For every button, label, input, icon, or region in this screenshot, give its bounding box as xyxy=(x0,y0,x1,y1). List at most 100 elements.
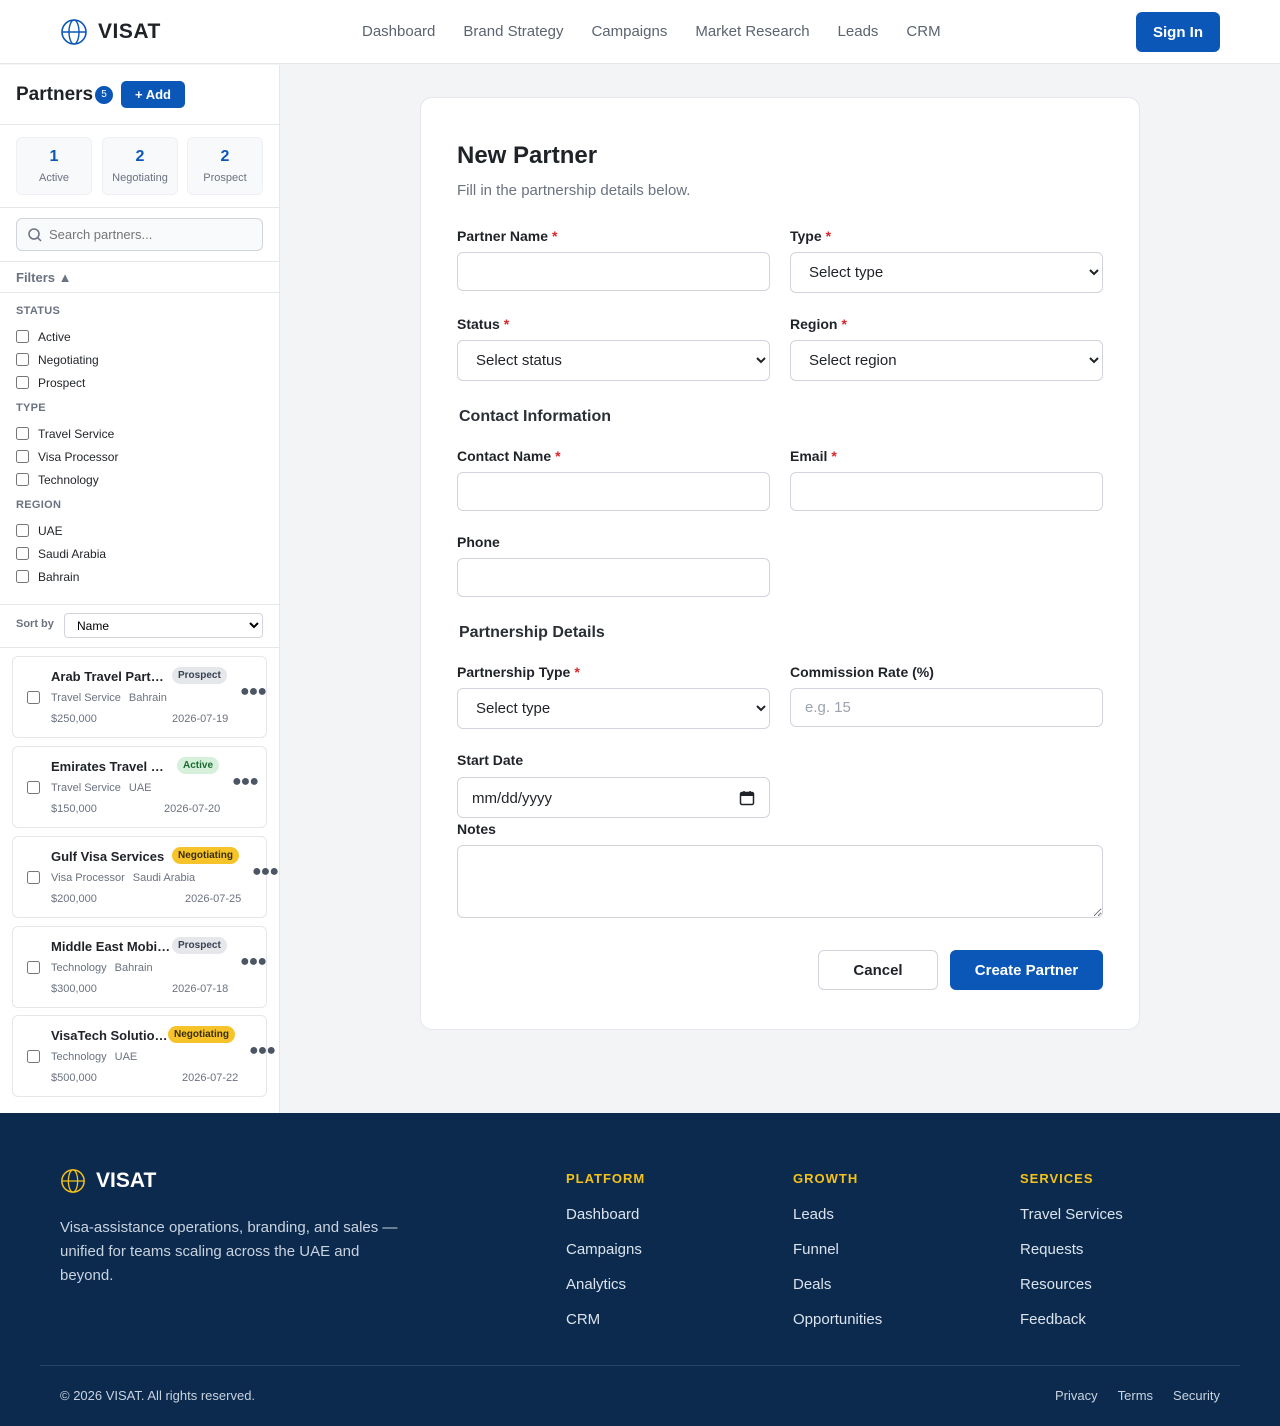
nav-leads[interactable]: Leads xyxy=(838,23,879,40)
partner-card[interactable]: VisaTech Solutions Negotiating Technolog… xyxy=(12,1015,276,1097)
partner-type: Visa Processor xyxy=(51,872,125,884)
calendar-icon[interactable] xyxy=(739,790,755,806)
footer-link[interactable]: Requests xyxy=(1020,1241,1123,1258)
filter-checkbox[interactable] xyxy=(16,376,29,389)
filter-option[interactable]: Negotiating xyxy=(16,348,263,371)
brand-logo[interactable]: VISAT xyxy=(60,18,161,46)
more-icon[interactable]: ●●● xyxy=(240,683,267,701)
globe-icon xyxy=(61,1169,85,1193)
filter-option[interactable]: Technology xyxy=(16,468,263,491)
footer-link[interactable]: Deals xyxy=(793,1276,882,1293)
partner-type: Technology xyxy=(51,962,107,974)
footer-link[interactable]: Travel Services xyxy=(1020,1206,1123,1223)
partner-select-checkbox[interactable] xyxy=(27,781,40,794)
status-select[interactable]: Select status xyxy=(457,340,770,381)
legal-links: Privacy Terms Security xyxy=(1055,1388,1220,1403)
sort-select[interactable]: Name xyxy=(64,613,263,638)
phone-field[interactable] xyxy=(457,558,770,597)
filter-checkbox[interactable] xyxy=(16,473,29,486)
partner-card[interactable]: Arab Travel Partners Prospect Travel Ser… xyxy=(12,656,267,738)
filter-checkbox[interactable] xyxy=(16,330,29,343)
partnership-type-select[interactable]: Select type xyxy=(457,688,770,729)
footer-link[interactable]: Resources xyxy=(1020,1276,1123,1293)
required-mark: * xyxy=(841,316,847,332)
footer-link[interactable]: Leads xyxy=(793,1206,882,1223)
footer-link[interactable]: Dashboard xyxy=(566,1206,645,1223)
filter-option[interactable]: Bahrain xyxy=(16,565,263,588)
search-box xyxy=(16,218,263,251)
search-input[interactable] xyxy=(49,220,249,249)
partner-select-checkbox[interactable] xyxy=(27,961,40,974)
nav-campaigns[interactable]: Campaigns xyxy=(591,23,667,40)
region-select[interactable]: Select region xyxy=(790,340,1103,381)
more-icon[interactable]: ●●● xyxy=(252,863,279,881)
type-label: Type * xyxy=(790,228,831,244)
filter-option[interactable]: Prospect xyxy=(16,371,263,394)
footer-link[interactable]: Campaigns xyxy=(566,1241,645,1258)
filter-option[interactable]: Travel Service xyxy=(16,422,263,445)
partner-name: Gulf Visa Services xyxy=(51,849,165,864)
sign-in-button[interactable]: Sign In xyxy=(1136,12,1220,52)
stat-negotiating[interactable]: 2 Negotiating xyxy=(102,137,178,195)
partner-card[interactable]: Middle East Mobility Prospect Technology… xyxy=(12,926,267,1008)
contact-name-input[interactable] xyxy=(457,472,770,511)
partner-value: $500,000 xyxy=(51,1072,97,1084)
more-icon[interactable]: ●●● xyxy=(232,773,259,791)
nav-brand-strategy[interactable]: Brand Strategy xyxy=(463,23,563,40)
footer-brand[interactable]: VISAT xyxy=(60,1168,156,1194)
filter-checkbox[interactable] xyxy=(16,353,29,366)
notes-textarea[interactable] xyxy=(457,845,1103,918)
partner-name: Emirates Travel Services xyxy=(51,759,171,774)
partner-select-checkbox[interactable] xyxy=(27,1050,40,1063)
brand-name: VISAT xyxy=(98,20,161,43)
partner-select-checkbox[interactable] xyxy=(27,691,40,704)
type-select[interactable]: Select type xyxy=(790,252,1103,293)
start-date-input[interactable]: mm/dd/yyyy xyxy=(457,777,770,818)
email-field[interactable] xyxy=(790,472,1103,511)
search-section xyxy=(0,208,279,262)
stat-prospect[interactable]: 2 Prospect xyxy=(187,137,263,195)
filter-group-title: STATUS xyxy=(16,305,61,317)
label-text: Email xyxy=(790,448,828,464)
terms-link[interactable]: Terms xyxy=(1118,1388,1153,1403)
footer-link[interactable]: Funnel xyxy=(793,1241,882,1258)
filter-panel: STATUS Active Negotiating Prospect TYPE … xyxy=(0,293,279,605)
partner-card[interactable]: Emirates Travel Services Active Travel S… xyxy=(12,746,267,828)
privacy-link[interactable]: Privacy xyxy=(1055,1388,1098,1403)
partner-card[interactable]: Gulf Visa Services Negotiating Visa Proc… xyxy=(12,836,279,918)
partner-date: 2026-07-25 xyxy=(185,893,242,905)
filter-checkbox[interactable] xyxy=(16,427,29,440)
nav-crm[interactable]: CRM xyxy=(906,23,940,40)
filter-option[interactable]: Active xyxy=(16,325,263,348)
filter-option[interactable]: Visa Processor xyxy=(16,445,263,468)
filter-option[interactable]: Saudi Arabia xyxy=(16,542,263,565)
filter-checkbox[interactable] xyxy=(16,450,29,463)
partner-select-checkbox[interactable] xyxy=(27,871,40,884)
partner-region: Bahrain xyxy=(114,962,153,974)
required-mark: * xyxy=(825,228,832,244)
status-badge: Prospect xyxy=(172,667,227,684)
filter-option-label: Technology xyxy=(38,472,99,487)
nav-dashboard[interactable]: Dashboard xyxy=(362,23,435,40)
nav-market-research[interactable]: Market Research xyxy=(695,23,809,40)
cancel-button[interactable]: Cancel xyxy=(818,950,938,990)
footer-link[interactable]: Analytics xyxy=(566,1276,645,1293)
footer-link[interactable]: CRM xyxy=(566,1311,645,1328)
add-partner-button[interactable]: + Add xyxy=(121,81,185,108)
more-icon[interactable]: ●●● xyxy=(240,953,267,971)
footer-link[interactable]: Opportunities xyxy=(793,1311,882,1328)
stat-value: 1 xyxy=(49,148,59,165)
filter-option[interactable]: UAE xyxy=(16,519,263,542)
security-link[interactable]: Security xyxy=(1173,1388,1220,1403)
stat-active[interactable]: 1 Active xyxy=(16,137,92,195)
filter-checkbox[interactable] xyxy=(16,524,29,537)
more-icon[interactable]: ●●● xyxy=(249,1042,276,1060)
create-partner-button[interactable]: Create Partner xyxy=(950,950,1103,990)
footer-link[interactable]: Feedback xyxy=(1020,1311,1123,1328)
filter-checkbox[interactable] xyxy=(16,570,29,583)
footer-divider xyxy=(40,1365,1240,1366)
partner-name-input[interactable] xyxy=(457,252,770,291)
filter-checkbox[interactable] xyxy=(16,547,29,560)
commission-rate-input[interactable] xyxy=(790,688,1103,727)
filters-toggle[interactable]: Filters ▲ xyxy=(0,262,279,293)
